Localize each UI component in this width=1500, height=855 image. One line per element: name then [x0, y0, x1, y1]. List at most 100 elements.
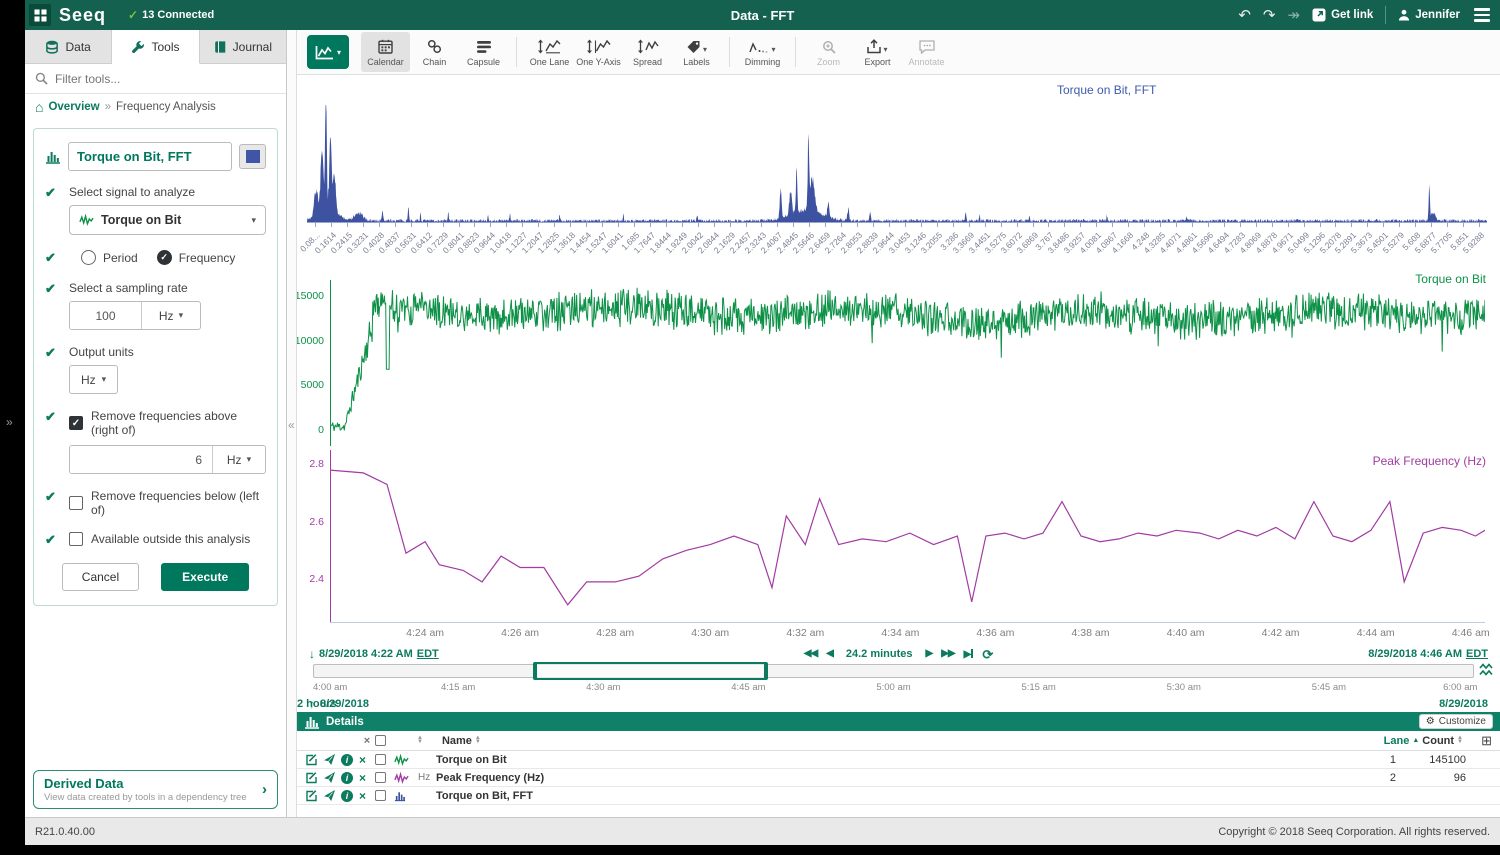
remove-above-checkbox[interactable] — [69, 416, 83, 430]
row-checkbox[interactable] — [375, 772, 386, 783]
row-checkbox[interactable] — [375, 754, 386, 765]
sort-icon[interactable]: ▲▼ — [1457, 737, 1463, 744]
chart-view-select-button[interactable]: ▾ — [307, 35, 349, 69]
derived-data-card[interactable]: Derived Data View data created by tools … — [33, 770, 278, 809]
navigate-icon[interactable] — [323, 771, 341, 784]
toolbar-export-button[interactable]: ▾Export — [853, 32, 902, 72]
step-back-fast-button[interactable]: ◀◀ — [804, 649, 817, 659]
remove-icon[interactable]: × — [359, 771, 375, 785]
time-tick-label: 4:42 am — [1262, 627, 1300, 639]
time-tick-label: 4:36 am — [976, 627, 1014, 639]
toolbar-separator — [729, 37, 730, 67]
info-icon[interactable]: i — [341, 772, 353, 784]
lane-column-header[interactable]: Lane — [1384, 735, 1410, 747]
count-column-header[interactable]: Count — [1422, 735, 1454, 747]
frequency-analysis-tool-panel: ✔ Select signal to analyze Torque on Bit… — [33, 128, 278, 606]
tab-journal[interactable]: Journal — [200, 30, 286, 63]
sort-icon[interactable]: ▲▼ — [417, 737, 423, 744]
info-icon[interactable]: i — [341, 754, 353, 766]
select-all-checkbox[interactable] — [375, 735, 386, 746]
hamburger-menu-icon[interactable] — [1474, 8, 1490, 22]
sort-icon[interactable]: ▲▼ — [475, 737, 481, 744]
display-range-selector[interactable] — [533, 662, 768, 680]
investigate-range-track[interactable] — [313, 664, 1474, 678]
step-back-button[interactable]: ◀ — [826, 649, 833, 659]
sampling-rate-input[interactable] — [70, 302, 142, 329]
step-check-icon: ✔ — [45, 185, 69, 235]
toolbar-one-lane-button[interactable]: One Lane — [525, 32, 574, 72]
info-icon[interactable]: i — [341, 790, 353, 802]
sampling-unit-select[interactable]: Hz▾ — [142, 302, 200, 329]
collapse-panel-icon[interactable]: « — [288, 418, 295, 432]
toolbar-calendar-button[interactable]: Calendar — [361, 32, 410, 72]
count-value: 96 — [1396, 772, 1466, 784]
redo-button[interactable]: ↷ — [1263, 8, 1276, 23]
filter-tools-input[interactable] — [55, 72, 276, 86]
signal-select[interactable]: Torque on Bit ▾ — [69, 205, 266, 235]
display-end[interactable]: 8/29/2018 4:46 AM — [1368, 648, 1462, 660]
refresh-icon[interactable]: ⟳ — [982, 648, 993, 661]
trend-toolbar: ▾ CalendarChainCapsule One LaneOne Y-AxisS… — [297, 30, 1500, 75]
remove-icon[interactable]: × — [359, 789, 375, 803]
start-timezone-link[interactable]: EDT — [417, 648, 439, 660]
item-name[interactable]: Peak Frequency (Hz) — [436, 772, 1350, 784]
remove-icon[interactable]: × — [359, 753, 375, 767]
end-timezone-link[interactable]: EDT — [1466, 648, 1488, 660]
name-column-header[interactable]: Name — [442, 735, 472, 747]
period-radio[interactable] — [81, 250, 96, 265]
edit-icon[interactable] — [305, 789, 323, 802]
expand-panel-icon[interactable]: » — [6, 415, 13, 429]
investigate-tick-label: 5:45 am — [1312, 682, 1346, 693]
remove-above-value-input[interactable] — [70, 446, 213, 473]
remove-above-unit-select[interactable]: Hz▾ — [213, 446, 265, 473]
investigate-date-right[interactable]: 8/29/2018 — [1439, 698, 1488, 710]
sidebar-collapse-gutter[interactable]: « — [287, 30, 297, 817]
redo-all-button[interactable]: ↠ — [1287, 8, 1300, 23]
color-swatch-button[interactable] — [239, 144, 266, 169]
tab-tools[interactable]: Tools — [112, 30, 199, 64]
app-launcher-button[interactable] — [29, 4, 51, 26]
toolbar-labels-button[interactable]: ▾Labels — [672, 32, 721, 72]
connection-status[interactable]: ✓ 13 Connected — [128, 8, 214, 22]
get-link-button[interactable]: Get link — [1312, 8, 1373, 22]
tab-data[interactable]: Data — [25, 30, 112, 63]
frequency-radio[interactable] — [157, 250, 172, 265]
remove-all-column[interactable]: × — [359, 735, 375, 747]
navigate-icon[interactable] — [323, 789, 341, 802]
details-chart-icon — [304, 715, 320, 729]
toolbar-spread-button[interactable]: Spread — [623, 32, 672, 72]
execute-button[interactable]: Execute — [161, 563, 249, 591]
user-menu[interactable]: Jennifer — [1398, 9, 1460, 21]
home-icon[interactable]: ⌂ — [35, 100, 43, 114]
item-name[interactable]: Torque on Bit, FFT — [436, 790, 1350, 802]
edit-icon[interactable] — [305, 771, 323, 784]
customize-button[interactable]: ⚙ Customize — [1419, 714, 1493, 729]
toolbar-dimming-button[interactable]: ▾Dimming — [738, 32, 787, 72]
available-outside-checkbox[interactable] — [69, 532, 83, 546]
navigate-icon[interactable] — [323, 753, 341, 766]
display-start[interactable]: 8/29/2018 4:22 AM — [319, 648, 413, 660]
step-to-end-button[interactable]: ▶ — [964, 649, 974, 660]
step-forward-fast-button[interactable]: ▶▶ — [941, 649, 954, 659]
version-label: R21.0.40.00 — [35, 826, 95, 838]
undo-button[interactable]: ↶ — [1238, 8, 1251, 23]
y-tick-label: 15000 — [297, 290, 324, 302]
edit-icon[interactable] — [305, 753, 323, 766]
tool-name-input[interactable] — [68, 142, 232, 171]
item-name[interactable]: Torque on Bit — [436, 754, 1350, 766]
investigate-duration[interactable]: 2 hours — [297, 698, 1500, 710]
add-column-icon[interactable]: ⊞ — [1466, 733, 1500, 749]
toolbar-one-y-axis-button[interactable]: One Y-Axis — [574, 32, 623, 72]
remove-below-checkbox[interactable] — [69, 496, 83, 510]
investigate-tick-label: 5:30 am — [1167, 682, 1201, 693]
cancel-button[interactable]: Cancel — [62, 563, 139, 591]
collapsed-left-panel[interactable]: » — [0, 0, 25, 855]
breadcrumb-overview-link[interactable]: Overview — [48, 101, 99, 113]
toolbar-chain-button[interactable]: Chain — [410, 32, 459, 72]
toolbar-capsule-button[interactable]: Capsule — [459, 32, 508, 72]
row-checkbox[interactable] — [375, 790, 386, 801]
output-units-select[interactable]: Hz▾ — [69, 365, 118, 394]
investigate-chart-icon[interactable] — [1479, 663, 1494, 676]
step-forward-button[interactable]: ▶ — [926, 649, 933, 659]
duration-label[interactable]: 24.2 minutes — [846, 648, 913, 660]
